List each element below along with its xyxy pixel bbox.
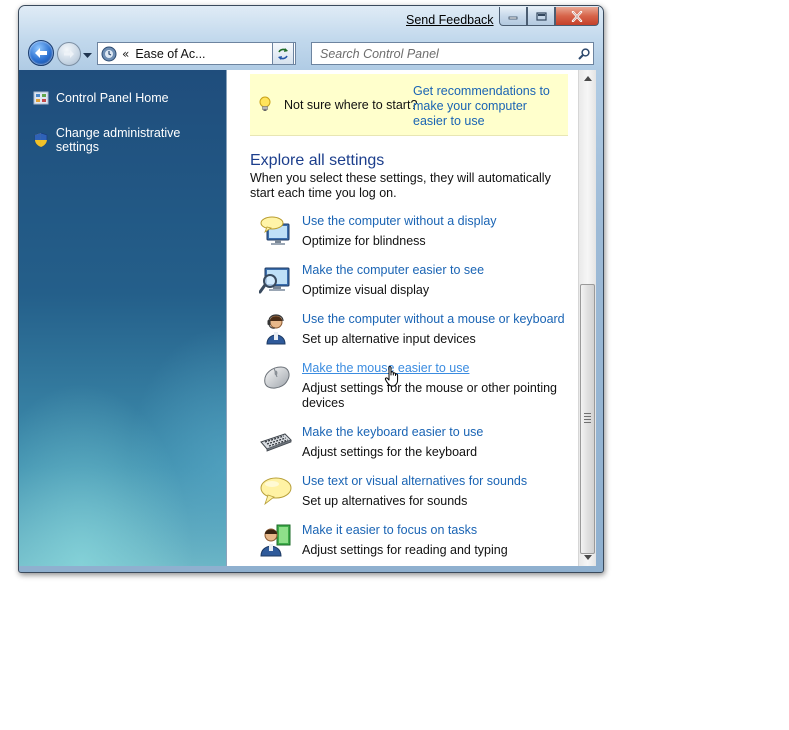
address-bar[interactable]: « Ease of Ac...: [97, 42, 296, 65]
page-title: Explore all settings: [250, 152, 385, 169]
back-button[interactable]: [28, 40, 54, 66]
option-link-easier-to-see[interactable]: Make the computer easier to see: [302, 263, 484, 277]
close-button[interactable]: [555, 7, 599, 26]
scroll-thumb[interactable]: [580, 284, 595, 554]
recommendation-banner: Not sure where to start? Get recommendat…: [250, 74, 568, 136]
get-recommendations-link[interactable]: Get recommendations to make your compute…: [413, 84, 563, 129]
forward-button[interactable]: [57, 42, 81, 66]
scroll-grip: [584, 413, 591, 425]
option-desc: Optimize visual display: [302, 283, 430, 297]
sidebar-item-control-panel-home[interactable]: Control Panel Home: [33, 90, 169, 106]
magnifier-monitor-icon: [259, 267, 290, 294]
speech-bubble-icon: [260, 477, 292, 506]
back-arrow-icon: [35, 48, 47, 58]
main-content: Not sure where to start? Get recommendat…: [226, 70, 579, 566]
task-pane: Control Panel Home Change administrative…: [19, 70, 226, 566]
person-document-icon: [260, 524, 291, 557]
option-desc: Adjust settings for the keyboard: [302, 445, 478, 459]
chevron-up-icon: [583, 76, 592, 81]
search-button[interactable]: [575, 45, 593, 63]
send-feedback-link[interactable]: Send Feedback: [406, 13, 494, 27]
sidebar-item-label: Change administrative settings: [55, 126, 181, 154]
breadcrumb-current[interactable]: Ease of Ac...: [135, 47, 281, 61]
control-panel-window: Send Feedback « Ease of Ac... Search Con…: [18, 5, 604, 573]
breadcrumb-overflow[interactable]: «: [122, 47, 129, 61]
caption-buttons: [499, 7, 599, 26]
chevron-down-icon: [583, 555, 592, 560]
minimize-icon: [508, 16, 518, 20]
option-desc: Adjust settings for the mouse or other p…: [302, 381, 558, 410]
option-desc: Set up alternative input devices: [302, 332, 476, 346]
option-link-no-mouse-keyboard[interactable]: Use the computer without a mouse or keyb…: [302, 312, 565, 326]
forward-arrow-icon: [64, 50, 74, 58]
option-desc: Optimize for blindness: [302, 234, 426, 248]
option-link-sound-alternatives[interactable]: Use text or visual alternatives for soun…: [302, 474, 527, 488]
uac-shield-icon: [34, 132, 48, 148]
option-desc: Adjust settings for reading and typing: [302, 543, 508, 557]
chevron-down-icon: [83, 53, 92, 58]
option-link-no-display[interactable]: Use the computer without a display: [302, 214, 497, 228]
mouse-icon: [264, 366, 290, 389]
vertical-scrollbar[interactable]: [578, 70, 596, 566]
keyboard-icon: [260, 433, 292, 452]
person-headset-icon: [266, 314, 286, 345]
scroll-up-button[interactable]: [579, 70, 596, 87]
page-description: When you select these settings, they wil…: [250, 171, 551, 200]
control-panel-icon: [101, 46, 117, 61]
search-box[interactable]: [311, 42, 594, 65]
hand-cursor-icon: [384, 366, 399, 387]
control-panel-icon: [33, 91, 49, 105]
maximize-icon: [535, 11, 547, 21]
recent-pages-dropdown[interactable]: [83, 48, 92, 62]
sidebar-item-change-admin-settings[interactable]: Change administrative settings: [33, 126, 226, 154]
tip-label: Not sure where to start?: [284, 98, 418, 112]
refresh-icon: [278, 47, 288, 60]
option-link-keyboard-easier[interactable]: Make the keyboard easier to use: [302, 425, 483, 439]
close-icon: [571, 10, 583, 22]
scroll-down-button[interactable]: [579, 549, 596, 566]
speech-monitor-icon: [260, 216, 290, 245]
minimize-button[interactable]: [499, 7, 527, 26]
search-input[interactable]: [318, 45, 575, 62]
refresh-button[interactable]: [272, 42, 294, 65]
option-desc: Set up alternatives for sounds: [302, 494, 468, 508]
sidebar-item-label: Control Panel Home: [56, 91, 169, 105]
search-icon: [578, 47, 590, 60]
maximize-button[interactable]: [527, 7, 555, 26]
lightbulb-icon: [259, 96, 271, 111]
option-link-focus-tasks[interactable]: Make it easier to focus on tasks: [302, 523, 477, 537]
